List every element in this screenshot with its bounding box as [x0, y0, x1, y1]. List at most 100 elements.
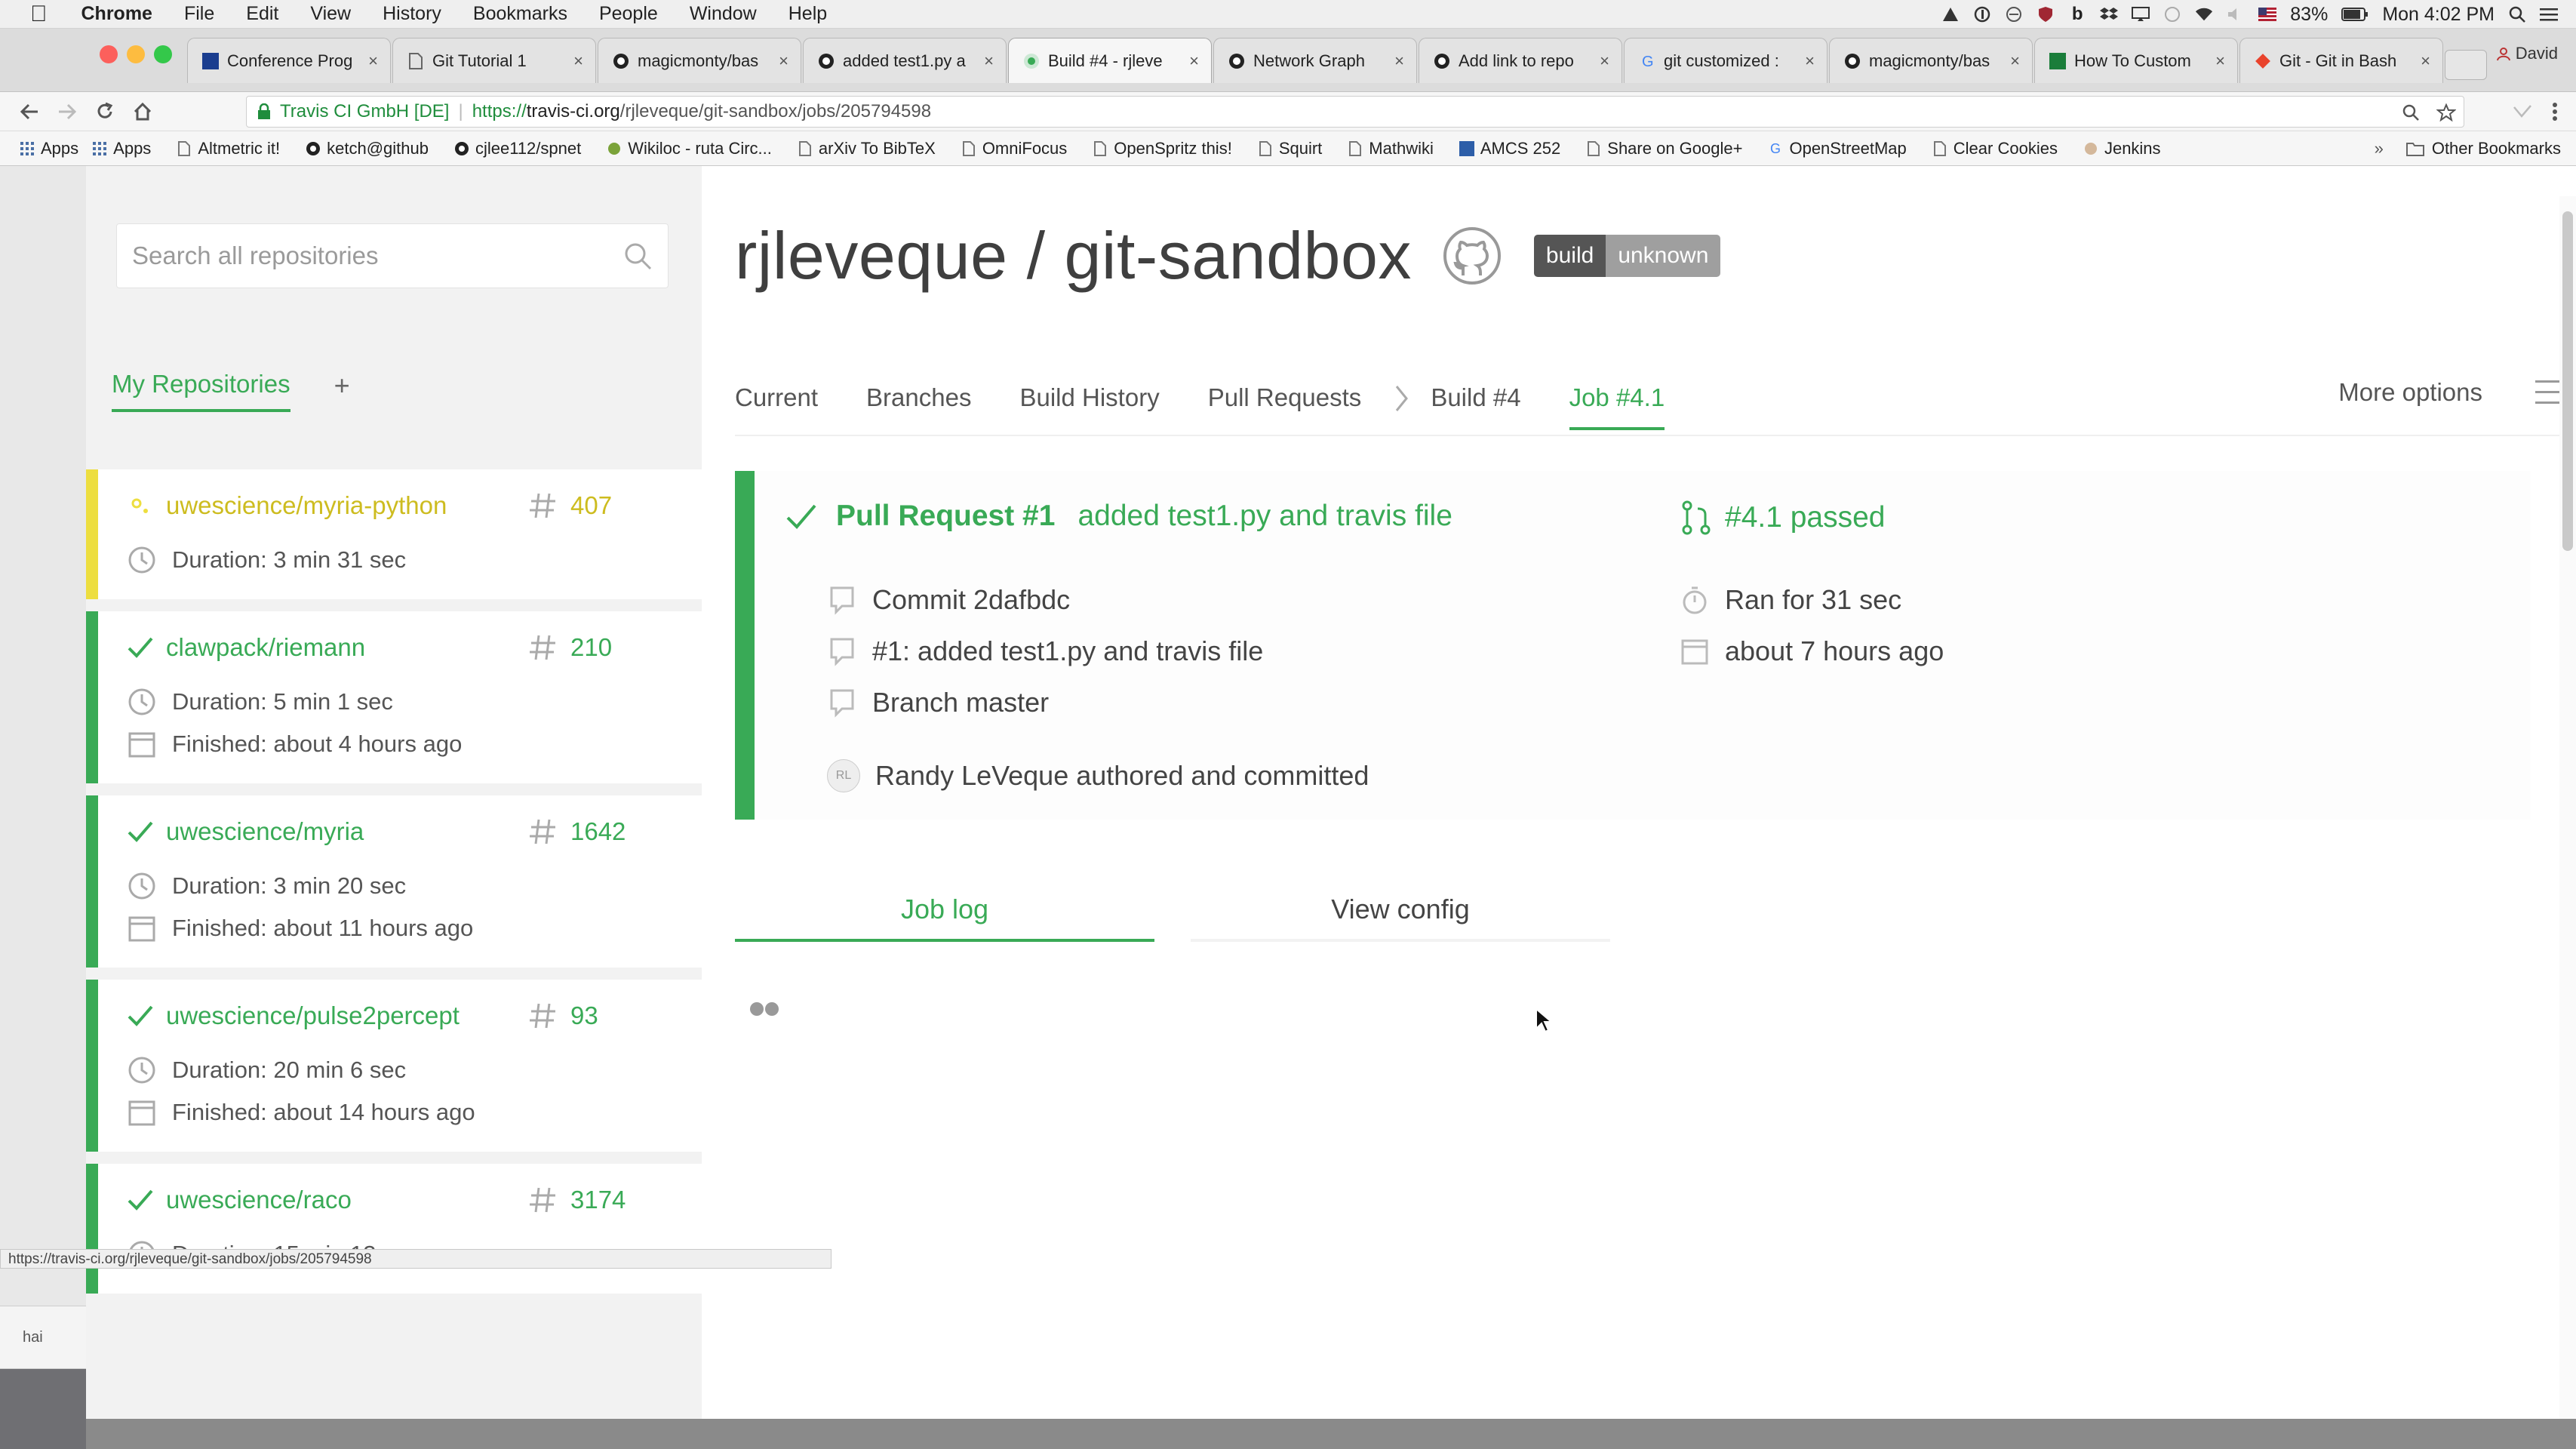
tab-current[interactable]: Current: [735, 383, 818, 427]
tab-view-config[interactable]: View config: [1191, 894, 1610, 942]
tab-job-4-1[interactable]: Job #4.1: [1569, 383, 1665, 430]
other-bookmarks[interactable]: Other Bookmarks: [2432, 139, 2561, 158]
repo-title[interactable]: rjleveque / git-sandbox: [735, 217, 1412, 294]
background-window-strip[interactable]: hai: [0, 1306, 86, 1369]
bookmark-item[interactable]: Jenkins: [2083, 139, 2161, 158]
browser-tab[interactable]: magicmonty/bas ×: [598, 38, 801, 83]
compare-link[interactable]: #1: added test1.py and travis file: [872, 635, 1263, 667]
tab-close-icon[interactable]: ×: [573, 51, 583, 71]
browser-tab[interactable]: magicmonty/bas ×: [1829, 38, 2033, 83]
tab-close-icon[interactable]: ×: [2215, 51, 2225, 71]
menu-app-name[interactable]: Chrome: [81, 3, 152, 25]
bookmark-item[interactable]: Share on Google+: [1586, 139, 1742, 158]
browser-tab[interactable]: How To Custom ×: [2034, 38, 2238, 83]
bookmark-item[interactable]: AMCS 252: [1459, 139, 1560, 158]
browser-tab[interactable]: Git - Git in Bash ×: [2239, 38, 2443, 83]
tab-my-repositories[interactable]: My Repositories: [112, 370, 290, 412]
chrome-menu-icon[interactable]: [2552, 102, 2558, 122]
window-zoom-button[interactable]: [154, 45, 172, 63]
notification-center-icon[interactable]: [2540, 5, 2558, 23]
pull-request-link[interactable]: Pull Request #1: [836, 500, 1055, 533]
tab-close-icon[interactable]: ×: [984, 51, 994, 71]
tab-branches[interactable]: Branches: [866, 383, 971, 427]
menu-bookmarks[interactable]: Bookmarks: [473, 3, 567, 25]
build-number-link[interactable]: 407: [570, 491, 612, 520]
volume-icon[interactable]: [2227, 5, 2245, 23]
pull-request-title[interactable]: added test1.py and travis file: [1077, 500, 1452, 533]
clock[interactable]: Mon 4:02 PM: [2382, 4, 2495, 26]
reload-button[interactable]: [86, 93, 124, 131]
bookmark-item[interactable]: G OpenStreetMap: [1768, 139, 1906, 158]
bookmark-item[interactable]: arXiv To BibTeX: [798, 139, 936, 158]
address-bar[interactable]: Travis CI GmbH [DE] | https:// travis-ci…: [246, 96, 2464, 128]
bookmark-item[interactable]: OpenSpritz this!: [1093, 139, 1232, 158]
extension-icon[interactable]: [2513, 104, 2532, 119]
menu-history[interactable]: History: [383, 3, 441, 25]
b-app-icon[interactable]: b: [2068, 4, 2086, 24]
forward-button[interactable]: [48, 93, 86, 131]
menu-view[interactable]: View: [310, 3, 351, 25]
bookmark-item[interactable]: cjlee112/spnet: [454, 139, 581, 158]
tab-close-icon[interactable]: ×: [1805, 51, 1815, 71]
repo-name-link[interactable]: uwescience/pulse2percept: [166, 1001, 528, 1030]
repo-card[interactable]: uwescience/myria-python 407 Duration: 3 mi…: [86, 469, 702, 599]
new-tab-button[interactable]: [2445, 50, 2487, 80]
browser-tab[interactable]: added test1.py a ×: [803, 38, 1007, 83]
bookmark-item[interactable]: Clear Cookies: [1932, 139, 2058, 158]
tab-close-icon[interactable]: ×: [1189, 51, 1199, 71]
back-button[interactable]: [11, 93, 48, 131]
search-box[interactable]: [116, 223, 669, 288]
time-machine-icon[interactable]: [2163, 5, 2181, 23]
page-scrollbar[interactable]: [2559, 196, 2576, 1419]
bookmarks-overflow-chevron-icon[interactable]: »: [2375, 139, 2384, 158]
home-button[interactable]: [124, 93, 161, 131]
tab-pull-requests[interactable]: Pull Requests: [1208, 383, 1362, 427]
tab-close-icon[interactable]: ×: [2010, 51, 2020, 71]
spotlight-search-icon[interactable]: [2508, 5, 2526, 23]
browser-tab[interactable]: Build #4 - rjleve ×: [1008, 38, 1212, 83]
zoom-icon[interactable]: [2402, 103, 2420, 122]
wifi-icon[interactable]: [2195, 5, 2213, 23]
commit-link[interactable]: Commit 2dafbdc: [872, 584, 1070, 616]
github-icon[interactable]: [1442, 226, 1502, 286]
add-repository-button[interactable]: +: [334, 370, 350, 412]
apple-menu-icon[interactable]: : [30, 2, 48, 27]
tab-close-icon[interactable]: ×: [1600, 51, 1609, 71]
bookmark-item[interactable]: Wikiloc - ruta Circ...: [607, 139, 772, 158]
tab-close-icon[interactable]: ×: [1394, 51, 1404, 71]
tab-job-log[interactable]: Job log: [735, 894, 1154, 942]
browser-tab[interactable]: Conference Prog ×: [187, 38, 391, 83]
menu-window[interactable]: Window: [690, 3, 757, 25]
bookmark-item[interactable]: OmniFocus: [961, 139, 1067, 158]
flag-icon[interactable]: [2258, 5, 2277, 23]
build-number-link[interactable]: 3174: [570, 1186, 626, 1214]
search-input[interactable]: [132, 242, 622, 270]
bookmark-item[interactable]: Squirt: [1258, 139, 1322, 158]
repo-name-link[interactable]: uwescience/raco: [166, 1186, 528, 1214]
bookmark-item[interactable]: Apps: [92, 139, 151, 158]
repo-card[interactable]: uwescience/myria 1642 Duration: 3 min 20 s…: [86, 795, 702, 968]
bookmark-item[interactable]: Altmetric it!: [177, 139, 280, 158]
search-icon[interactable]: [622, 241, 653, 271]
build-status-badge[interactable]: build unknown: [1533, 235, 1721, 277]
window-minimize-button[interactable]: [127, 45, 145, 63]
bookmark-item[interactable]: ketch@github: [306, 139, 429, 158]
bookmark-item[interactable]: Mathwiki: [1348, 139, 1434, 158]
tab-close-icon[interactable]: ×: [368, 51, 378, 71]
tab-build-4[interactable]: Build #4: [1431, 383, 1520, 427]
more-options-menu[interactable]: More options: [2338, 377, 2576, 408]
drive-icon[interactable]: [1941, 5, 1960, 23]
browser-tab[interactable]: Network Graph ×: [1213, 38, 1417, 83]
bookmark-apps-short[interactable]: Apps: [20, 139, 78, 158]
block-icon[interactable]: [2005, 5, 2023, 23]
browser-tab[interactable]: Ggit customized : ×: [1624, 38, 1827, 83]
repo-card[interactable]: uwescience/pulse2percept 93 Duration: 20 m…: [86, 980, 702, 1152]
repo-name-link[interactable]: uwescience/myria: [166, 817, 528, 846]
site-identity[interactable]: Travis CI GmbH [DE]: [280, 101, 449, 122]
repo-card[interactable]: uwescience/raco3174Duration: 15 min 13 s…: [86, 1164, 702, 1294]
tab-build-history[interactable]: Build History: [1019, 383, 1159, 427]
browser-tab[interactable]: Git Tutorial 1 ×: [392, 38, 596, 83]
menu-help[interactable]: Help: [788, 3, 827, 25]
menu-edit[interactable]: Edit: [246, 3, 278, 25]
tab-close-icon[interactable]: ×: [2421, 51, 2430, 71]
